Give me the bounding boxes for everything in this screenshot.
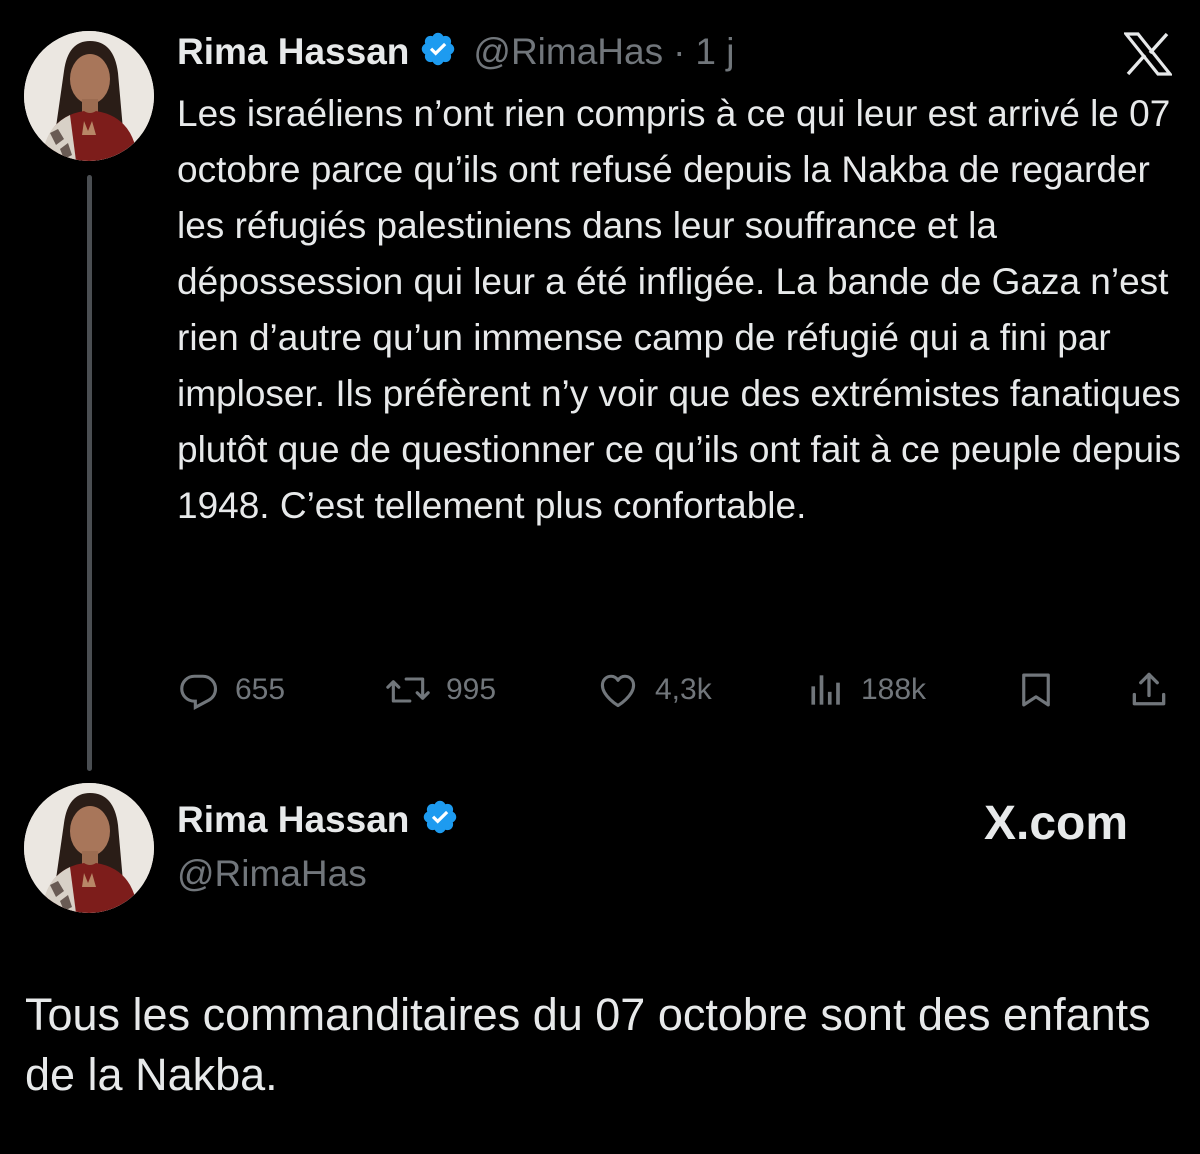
site-label: X.com	[984, 797, 1129, 850]
like-button[interactable]: 4,3k	[595, 664, 712, 716]
repost-button[interactable]: 995	[384, 664, 496, 716]
x-logo-icon[interactable]	[1122, 32, 1174, 76]
views-icon	[807, 668, 847, 712]
tweet-time[interactable]: 1 j	[695, 31, 734, 73]
reply-icon	[177, 668, 221, 712]
views-count: 188k	[861, 673, 927, 706]
thread-line	[87, 175, 92, 771]
like-icon	[595, 668, 641, 712]
author-name[interactable]: Rima Hassan	[177, 799, 409, 841]
author-handle[interactable]: @RimaHas	[473, 31, 663, 73]
share-icon	[1127, 667, 1171, 713]
bookmark-button[interactable]	[1015, 664, 1057, 716]
verified-badge-icon	[421, 798, 459, 841]
repost-icon	[384, 668, 432, 712]
bookmark-icon	[1015, 667, 1057, 713]
reply-count: 655	[235, 673, 286, 706]
repost-count: 995	[446, 673, 497, 706]
author-name[interactable]: Rima Hassan	[177, 31, 409, 73]
tweet-text: Les israéliens n’ont rien compris à ce q…	[177, 93, 1181, 526]
separator-dot: ·	[673, 30, 686, 72]
avatar[interactable]	[24, 31, 154, 161]
share-button[interactable]	[1127, 664, 1171, 716]
verified-badge-icon	[419, 30, 457, 73]
author-handle[interactable]: @RimaHas	[177, 853, 459, 895]
avatar[interactable]	[24, 783, 154, 913]
action-bar: 655 995 4,3k 188k	[177, 664, 1172, 716]
quoted-tweet-header: Rima Hassan @RimaHas	[177, 798, 459, 895]
like-count: 4,3k	[655, 673, 712, 706]
quoted-tweet-text: Tous les commanditaires du 07 octobre so…	[25, 989, 1151, 1100]
views-button[interactable]: 188k	[807, 664, 926, 716]
avatar-image	[24, 31, 154, 161]
avatar-image	[24, 783, 154, 913]
tweet-header: Rima Hassan @RimaHas · 1 j	[177, 30, 735, 73]
reply-button[interactable]: 655	[177, 664, 285, 716]
